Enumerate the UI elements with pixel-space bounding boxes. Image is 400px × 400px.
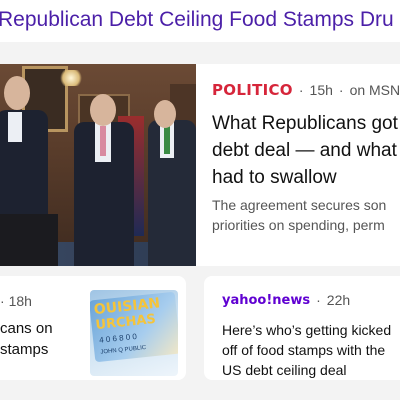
headline-line: stamps — [0, 341, 49, 358]
snippet-line: priorities on spending, perm — [212, 217, 385, 233]
card-right-headline[interactable]: Here’s who’s getting kicked off of food … — [222, 320, 391, 380]
dot-separator: · — [0, 293, 5, 309]
ebt-card-thumbnail[interactable]: OUISIAN URCHAS 4 0 6 8 0 0 JOHN Q PUBLIC — [90, 290, 178, 376]
main-story-text: POLITICO · 15h · on MSN What Republicans… — [212, 78, 400, 235]
story-via: on MSN — [349, 82, 400, 98]
headline-line: US debt ceiling deal — [222, 362, 347, 378]
dot-separator: · — [338, 82, 344, 98]
card-left-age: 18h — [8, 293, 32, 309]
politico-logo[interactable]: POLITICO — [212, 81, 293, 99]
podium — [0, 214, 58, 266]
ebt-card: OUISIAN URCHAS 4 0 6 8 0 0 JOHN Q PUBLIC — [90, 291, 178, 363]
card-number: 4 0 6 8 0 0 — [98, 331, 138, 345]
search-header: Republican Debt Ceiling Food Stamps Dru — [0, 0, 400, 42]
yahoo-news-logo[interactable]: yahoo!news — [222, 293, 310, 308]
card-left-headline[interactable]: cans on stamps — [0, 318, 53, 360]
main-source-row: POLITICO · 15h · on MSN — [212, 78, 400, 102]
topic-title[interactable]: Republican Debt Ceiling Food Stamps Dru — [0, 8, 394, 32]
headline-line: off of food stamps with the — [222, 342, 386, 358]
dot-separator: · — [298, 82, 304, 98]
snippet-line: The agreement secures son — [212, 197, 387, 213]
headline-line: cans on — [0, 320, 53, 337]
headline-line: What Republicans got — [212, 113, 398, 134]
headline-line: Here’s who’s getting kicked — [222, 322, 392, 338]
story-age: 15h — [309, 82, 333, 98]
headline-line: debt deal — and what — [212, 140, 397, 161]
card-left-meta: · 18h — [0, 293, 32, 309]
card-holder: JOHN Q PUBLIC — [100, 344, 147, 356]
news-card-right[interactable]: yahoo!news · 22h Here’s who’s getting ki… — [204, 276, 400, 380]
headline-line: had to swallow — [212, 167, 337, 188]
main-news-card[interactable]: POLITICO · 15h · on MSN What Republicans… — [0, 64, 400, 266]
main-headline[interactable]: What Republicans got debt deal — and wha… — [212, 110, 400, 191]
chandelier — [60, 70, 82, 86]
dot-separator: · — [316, 292, 321, 308]
main-snippet: The agreement secures son priorities on … — [212, 195, 400, 235]
card-right-age: 22h — [326, 292, 351, 308]
press-conference-photo[interactable] — [0, 64, 196, 266]
card-right-source-row: yahoo!news · 22h — [222, 292, 350, 308]
news-card-left[interactable]: · 18h cans on stamps OUISIAN URCHAS 4 0 … — [0, 276, 186, 380]
